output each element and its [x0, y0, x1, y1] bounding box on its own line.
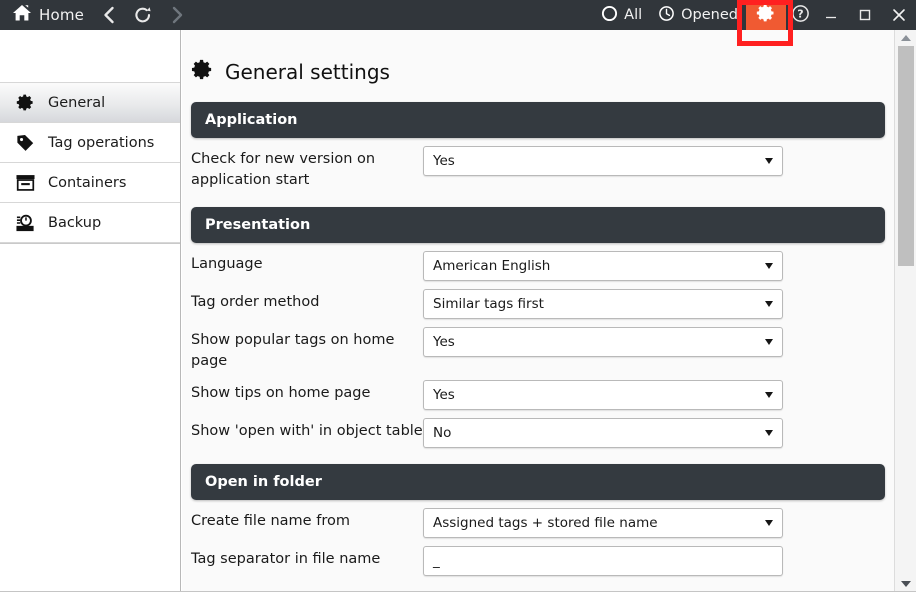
svg-text:?: ? [797, 7, 803, 20]
scroll-down-arrow[interactable] [895, 576, 916, 592]
setting-label: Language [191, 256, 263, 272]
setting-label: Show tips on home page [191, 385, 371, 401]
sidebar-item-label: Containers [48, 174, 127, 191]
setting-row: Show 'open with' in object table No [182, 418, 894, 448]
setting-label: Create file name from [191, 513, 350, 529]
sidebar-top-spacer [0, 30, 180, 83]
maximize-icon [858, 8, 872, 22]
chevron-down-icon [765, 339, 773, 345]
all-button[interactable]: All [593, 0, 650, 30]
select-value: Similar tags first [433, 296, 544, 312]
chevron-right-icon [169, 5, 185, 25]
show-open-with-select[interactable]: No [423, 418, 783, 448]
select-value: Yes [433, 387, 455, 403]
forward-button[interactable] [160, 0, 194, 30]
maximize-button[interactable] [848, 0, 882, 30]
show-tips-select[interactable]: Yes [423, 380, 783, 410]
scrollbar-thumb[interactable] [898, 46, 914, 266]
setting-row: Language American English [182, 251, 894, 281]
refresh-icon [133, 5, 153, 25]
application-window: Home All Opened ? General Tag operations… [0, 0, 916, 592]
title-bar-right-group: All Opened ? [593, 0, 916, 30]
title-bar-left-group: Home [10, 0, 194, 30]
settings-content: General settings Application Check for n… [182, 30, 894, 592]
sidebar-item-backup[interactable]: Backup [0, 203, 180, 243]
title-bar: Home All Opened ? [0, 0, 916, 30]
circle-icon [601, 5, 618, 26]
chevron-down-icon [765, 301, 773, 307]
select-value: American English [433, 258, 551, 274]
back-button[interactable] [92, 0, 126, 30]
input-value: _ [433, 553, 440, 569]
minimize-button[interactable] [814, 0, 848, 30]
section-header-application: Application [191, 102, 885, 138]
backup-icon [14, 213, 36, 233]
language-select[interactable]: American English [423, 251, 783, 281]
vertical-scrollbar[interactable] [894, 30, 916, 592]
question-mark-icon: ? [791, 4, 810, 27]
chevron-down-icon [765, 263, 773, 269]
tag-separator-input[interactable]: _ [423, 546, 783, 576]
home-label: Home [39, 6, 85, 24]
setting-label: Tag order method [191, 294, 320, 310]
show-popular-tags-select[interactable]: Yes [423, 327, 783, 357]
page-title-label: General settings [225, 60, 390, 84]
minimize-icon [824, 8, 838, 22]
chevron-down-icon [765, 430, 773, 436]
refresh-button[interactable] [126, 0, 160, 30]
home-icon [12, 4, 32, 26]
sidebar: General Tag operations Containers Backup [0, 30, 181, 592]
gear-icon [14, 93, 36, 112]
help-button[interactable]: ? [786, 0, 814, 30]
chevron-down-icon [765, 392, 773, 398]
tag-order-method-select[interactable]: Similar tags first [423, 289, 783, 319]
triangle-up-icon [900, 35, 911, 41]
chevron-down-icon [765, 158, 773, 164]
setting-label: Show 'open with' in object table [191, 423, 423, 439]
opened-label: Opened [681, 7, 738, 23]
sidebar-item-containers[interactable]: Containers [0, 163, 180, 203]
setting-row: Check for new version on application sta… [182, 146, 894, 191]
select-value: Yes [433, 334, 455, 350]
select-value: Yes [433, 153, 455, 169]
sidebar-divider [0, 243, 180, 244]
setting-row: Tag order method Similar tags first [182, 289, 894, 319]
sidebar-item-label: General [48, 94, 106, 111]
chevron-down-icon [765, 520, 773, 526]
create-file-name-from-select[interactable]: Assigned tags + stored file name [423, 508, 783, 538]
tag-icon [14, 133, 36, 153]
close-button[interactable] [882, 0, 916, 30]
sidebar-item-label: Backup [48, 214, 102, 231]
setting-row: Show tips on home page Yes [182, 380, 894, 410]
page-title: General settings [182, 30, 894, 86]
setting-row: Show popular tags on home page Yes [182, 327, 894, 372]
scroll-up-arrow[interactable] [895, 30, 916, 46]
chevron-left-icon [101, 5, 117, 25]
sidebar-item-label: Tag operations [48, 134, 155, 151]
setting-row: Tag separator in file name _ [182, 546, 894, 576]
select-value: Assigned tags + stored file name [433, 515, 658, 531]
sidebar-item-general[interactable]: General [0, 83, 180, 123]
gear-icon [191, 58, 214, 86]
sidebar-item-tag-operations[interactable]: Tag operations [0, 123, 180, 163]
section-header-presentation: Presentation [191, 207, 885, 243]
setting-label: Tag separator in file name [191, 551, 381, 567]
triangle-down-icon [900, 581, 911, 587]
setting-label: Show popular tags on home page [191, 332, 395, 369]
setting-label: Check for new version on application sta… [191, 151, 376, 188]
opened-button[interactable]: Opened [650, 0, 746, 30]
setting-row: Create file name from Assigned tags + st… [182, 508, 894, 538]
gear-icon [756, 3, 776, 27]
check-new-version-select[interactable]: Yes [423, 146, 783, 176]
clock-icon [658, 5, 675, 26]
home-button[interactable]: Home [10, 0, 92, 30]
section-header-open-in-folder: Open in folder [191, 464, 885, 500]
all-label: All [624, 7, 643, 23]
select-value: No [433, 425, 452, 441]
settings-button[interactable] [746, 0, 786, 30]
close-icon [891, 7, 907, 23]
container-icon [14, 173, 36, 192]
